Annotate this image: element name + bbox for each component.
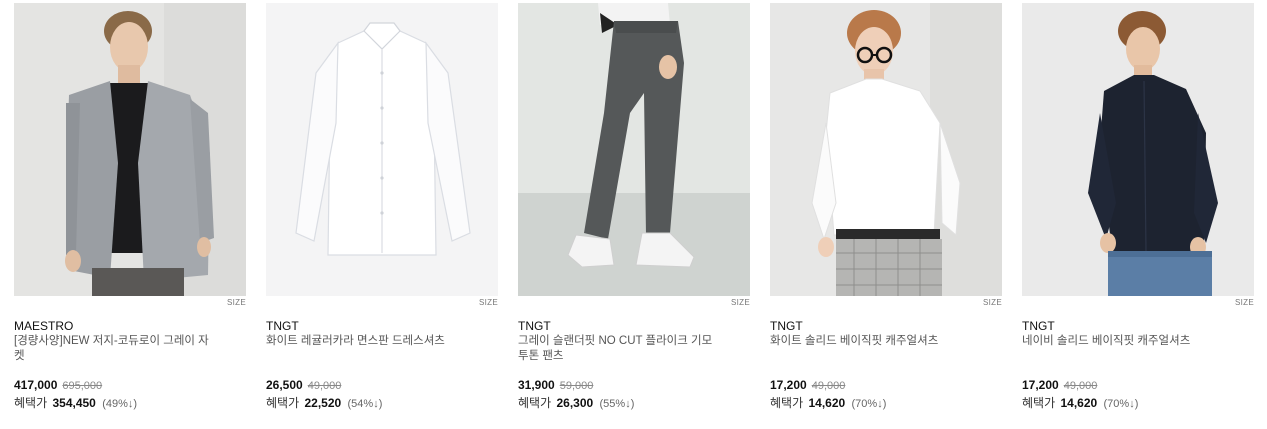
benefit-row: 혜택가 14,620 (70%↓): [1022, 394, 1138, 411]
size-link[interactable]: SIZE: [227, 298, 246, 307]
product-image-white-shirt[interactable]: [266, 3, 498, 296]
price-row: 26,500 49,000: [266, 378, 341, 392]
brand-name[interactable]: TNGT: [518, 319, 551, 333]
price-row: 17,200 49,000: [770, 378, 845, 392]
benefit-price: 14,620: [808, 396, 846, 410]
benefit-rate: (54%↓): [347, 398, 383, 410]
original-price: 695,000: [62, 380, 103, 392]
white-shirt-flat-image: [266, 3, 498, 296]
size-link[interactable]: SIZE: [983, 298, 1002, 307]
benefit-row: 혜택가 354,450 (49%↓): [14, 394, 137, 411]
benefit-price: 14,620: [1060, 396, 1098, 410]
product-name[interactable]: 그레이 슬랜더핏 NO CUT 플라이크 기모 투톤 팬츠: [518, 334, 718, 364]
product-card[interactable]: SIZE TNGT 화이트 레귤러카라 면스판 드레스셔츠 26,500 49,0…: [266, 3, 498, 423]
original-price: 49,000: [1063, 380, 1098, 392]
sale-price: 417,000: [14, 378, 58, 392]
model-white-shirt-image: [770, 3, 1002, 296]
benefit-label: 혜택가: [266, 396, 300, 410]
sale-price: 31,900: [518, 378, 555, 392]
size-link[interactable]: SIZE: [479, 298, 498, 307]
price-row: 417,000 695,000: [14, 378, 102, 392]
benefit-rate: (55%↓): [599, 398, 635, 410]
benefit-price: 354,450: [52, 396, 96, 410]
price-row: 31,900 59,000: [518, 378, 593, 392]
product-card[interactable]: SIZE TNGT 그레이 슬랜더핏 NO CUT 플라이크 기모 투톤 팬츠 …: [518, 3, 750, 423]
benefit-label: 혜택가: [14, 396, 48, 410]
product-card[interactable]: SIZE TNGT 네이비 솔리드 베이직핏 캐주얼셔츠 17,200 49,00…: [1022, 3, 1254, 423]
price-row: 17,200 49,000: [1022, 378, 1097, 392]
brand-name[interactable]: TNGT: [1022, 319, 1055, 333]
benefit-rate: (70%↓): [1103, 398, 1139, 410]
product-image-gray-jacket[interactable]: [14, 3, 246, 296]
benefit-rate: (49%↓): [102, 398, 138, 410]
sale-price: 17,200: [770, 378, 807, 392]
sale-price: 26,500: [266, 378, 303, 392]
model-navy-shirt-image: [1022, 3, 1254, 296]
brand-name[interactable]: TNGT: [266, 319, 299, 333]
product-name[interactable]: 네이비 솔리드 베이직핏 캐주얼셔츠: [1022, 334, 1222, 349]
sale-price: 17,200: [1022, 378, 1059, 392]
benefit-price: 22,520: [304, 396, 342, 410]
product-image-gray-pants[interactable]: [518, 3, 750, 296]
benefit-row: 혜택가 14,620 (70%↓): [770, 394, 886, 411]
benefit-label: 혜택가: [1022, 396, 1056, 410]
original-price: 49,000: [811, 380, 846, 392]
original-price: 59,000: [559, 380, 594, 392]
product-image-white-casual-shirt[interactable]: [770, 3, 1002, 296]
product-card[interactable]: SIZE MAESTRO [경량사양]NEW 저지-코듀로이 그레이 자켓 41…: [14, 3, 246, 423]
benefit-price: 26,300: [556, 396, 594, 410]
benefit-row: 혜택가 22,520 (54%↓): [266, 394, 382, 411]
size-link[interactable]: SIZE: [731, 298, 750, 307]
model-gray-jacket-image: [14, 3, 246, 296]
benefit-label: 혜택가: [770, 396, 804, 410]
gray-pants-model-image: [518, 3, 750, 296]
product-image-navy-casual-shirt[interactable]: [1022, 3, 1254, 296]
benefit-label: 혜택가: [518, 396, 552, 410]
original-price: 49,000: [307, 380, 342, 392]
benefit-rate: (70%↓): [851, 398, 887, 410]
size-link[interactable]: SIZE: [1235, 298, 1254, 307]
product-name[interactable]: [경량사양]NEW 저지-코듀로이 그레이 자켓: [14, 334, 214, 364]
product-name[interactable]: 화이트 레귤러카라 면스판 드레스셔츠: [266, 334, 466, 349]
product-name[interactable]: 화이트 솔리드 베이직핏 캐주얼셔츠: [770, 334, 970, 349]
product-grid: SIZE MAESTRO [경량사양]NEW 저지-코듀로이 그레이 자켓 41…: [14, 3, 1254, 423]
benefit-row: 혜택가 26,300 (55%↓): [518, 394, 634, 411]
brand-name[interactable]: MAESTRO: [14, 319, 73, 333]
brand-name[interactable]: TNGT: [770, 319, 803, 333]
product-card[interactable]: SIZE TNGT 화이트 솔리드 베이직핏 캐주얼셔츠 17,200 49,00…: [770, 3, 1002, 423]
